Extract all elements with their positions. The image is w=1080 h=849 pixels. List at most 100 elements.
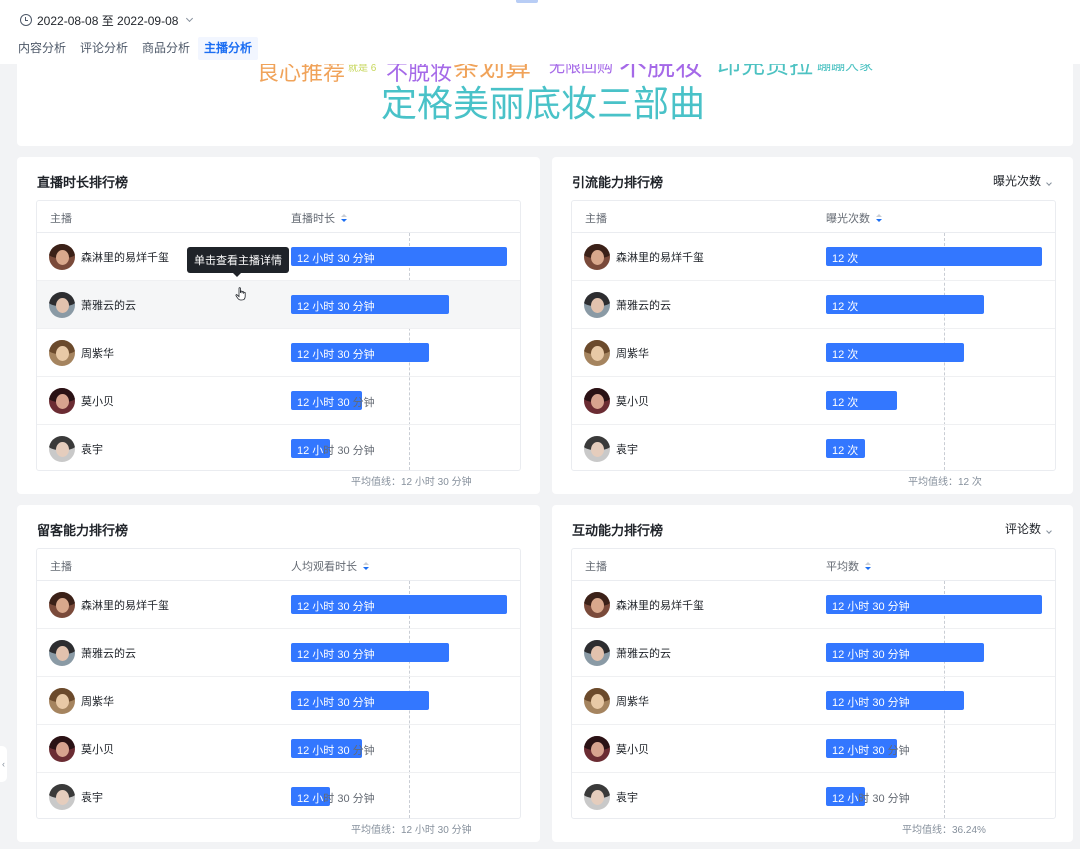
- metric-bar: [291, 595, 507, 614]
- column-header-label: 曝光次数: [826, 213, 870, 225]
- table-row[interactable]: 袁宇 12 小时 30 分钟: [572, 773, 1055, 821]
- metric-bar: [291, 247, 507, 266]
- chevron-down-icon: [1046, 528, 1052, 534]
- top-bar: 2022-08-08 至 2022-09-08 内容分析 评论分析 商品分析 主…: [0, 0, 1080, 64]
- table-row[interactable]: 森淋里的易烊千玺 12 小时 30 分钟: [37, 581, 520, 629]
- avatar: [584, 436, 610, 462]
- table-row[interactable]: 萧雅云的云 12 小时 30 分钟: [37, 281, 520, 329]
- panel-retention-ranking: 留客能力排行榜 主播 人均观看时长 森淋里的易烊千玺 12 小时 30 分钟 萧…: [17, 505, 540, 842]
- avatar: [49, 436, 75, 462]
- anchor-name: 周紫华: [81, 348, 114, 360]
- tab-content-analysis[interactable]: 内容分析: [12, 37, 72, 60]
- table-row[interactable]: 萧雅云的云 12 小时 30 分钟: [572, 629, 1055, 677]
- anchor-name: 森淋里的易烊千玺: [81, 600, 169, 612]
- ranking-table: 主播 直播时长 森淋里的易烊千玺 12 小时 30 分钟 萧雅云的云 12 小时…: [36, 200, 521, 471]
- anchor-name: 周紫华: [81, 696, 114, 708]
- tab-anchor-analysis[interactable]: 主播分析: [198, 37, 259, 60]
- table-row[interactable]: 周紫华 12 小时 30 分钟: [37, 677, 520, 725]
- avatar: [584, 736, 610, 762]
- table-header: 主播 曝光次数: [572, 201, 1055, 233]
- table-row[interactable]: 莫小贝 12 小时 30 分钟: [37, 377, 520, 425]
- panel-title: 直播时长排行榜: [37, 175, 129, 190]
- avatar: [584, 640, 610, 666]
- anchor-name: 周紫华: [616, 348, 649, 360]
- panel-title: 留客能力排行榜: [37, 523, 129, 538]
- avatar: [584, 784, 610, 810]
- clock-icon: [20, 14, 32, 26]
- anchor-name: 袁宇: [81, 444, 103, 456]
- table-row[interactable]: 周紫华 12 小时 30 分钟: [572, 677, 1055, 725]
- table-row[interactable]: 莫小贝 12 次: [572, 377, 1055, 425]
- column-header-label: 人均观看时长: [291, 561, 357, 573]
- table-row[interactable]: 森淋里的易烊千玺 12 小时 30 分钟: [572, 581, 1055, 629]
- chevron-down-icon: [186, 14, 194, 23]
- metric-bar: [291, 439, 330, 458]
- metric-bar: [291, 295, 449, 314]
- table-header: 主播 平均数: [572, 549, 1055, 581]
- average-label: 平均值线：12 次: [908, 477, 982, 488]
- word-cloud-word: 蹦蹦大家: [817, 64, 873, 73]
- row-tooltip: 单击查看主播详情: [187, 247, 289, 277]
- panel-interaction-ranking: 互动能力排行榜 评论数 主播 平均数 森淋里的易烊千玺 12 小时 30 分钟 …: [552, 505, 1073, 842]
- word-cloud-word: 条划算: [453, 64, 532, 82]
- word-cloud-word: 就是 6: [348, 64, 377, 74]
- ranking-table: 主播 曝光次数 森淋里的易烊千玺 12 次 萧雅云的云 12 次 周紫华 12 …: [571, 200, 1056, 471]
- column-header-metric[interactable]: 曝光次数: [826, 210, 882, 226]
- word-cloud-word: 定格美丽底妆三部曲: [381, 83, 706, 124]
- date-range-picker[interactable]: 2022-08-08 至 2022-09-08: [20, 11, 194, 29]
- tab-comment-analysis[interactable]: 评论分析: [74, 37, 134, 60]
- tab-product-analysis[interactable]: 商品分析: [136, 37, 196, 60]
- table-row[interactable]: 袁宇 12 小时 30 分钟: [37, 425, 520, 473]
- date-range-text: 2022-08-08 至 2022-09-08: [37, 13, 179, 28]
- column-header-anchor: 主播: [50, 561, 72, 573]
- metric-bar: [291, 787, 330, 806]
- column-header-metric[interactable]: 平均数: [826, 558, 871, 574]
- table-row[interactable]: 萧雅云的云 12 小时 30 分钟: [37, 629, 520, 677]
- column-header-anchor: 主播: [585, 561, 607, 573]
- table-row[interactable]: 袁宇 12 次: [572, 425, 1055, 473]
- metric-bar: [826, 643, 984, 662]
- sort-icon[interactable]: [341, 214, 347, 223]
- avatar: [49, 736, 75, 762]
- metric-dropdown[interactable]: 曝光次数: [993, 172, 1052, 189]
- table-row[interactable]: 莫小贝 12 小时 30 分钟: [572, 725, 1055, 773]
- word-cloud-word: 不脱妆: [386, 64, 453, 85]
- anchor-name: 萧雅云的云: [81, 300, 136, 312]
- chevron-down-icon: [1046, 180, 1052, 186]
- anchor-name: 莫小贝: [81, 744, 114, 756]
- anchor-name: 森淋里的易烊千玺: [616, 252, 704, 264]
- table-row[interactable]: 萧雅云的云 12 次: [572, 281, 1055, 329]
- table-row[interactable]: 森淋里的易烊千玺 12 次: [572, 233, 1055, 281]
- metric-bar: [291, 691, 429, 710]
- sort-icon[interactable]: [363, 562, 369, 571]
- table-row[interactable]: 周紫华 12 次: [572, 329, 1055, 377]
- avatar: [584, 592, 610, 618]
- anchor-name: 萧雅云的云: [81, 648, 136, 660]
- anchor-name: 袁宇: [616, 792, 638, 804]
- anchor-name: 袁宇: [616, 444, 638, 456]
- column-header-metric[interactable]: 人均观看时长: [291, 558, 369, 574]
- metric-bar: [826, 391, 897, 410]
- anchor-name: 莫小贝: [81, 396, 114, 408]
- column-header-metric[interactable]: 直播时长: [291, 210, 347, 226]
- sort-icon[interactable]: [876, 214, 882, 223]
- column-header-anchor: 主播: [50, 213, 72, 225]
- average-label: 平均值线：36.24%: [902, 825, 986, 836]
- table-row[interactable]: 周紫华 12 小时 30 分钟: [37, 329, 520, 377]
- metric-bar: [826, 787, 865, 806]
- ranking-table: 主播 平均数 森淋里的易烊千玺 12 小时 30 分钟 萧雅云的云 12 小时 …: [571, 548, 1056, 819]
- panel-title: 互动能力排行榜: [572, 523, 664, 538]
- metric-dropdown-label: 评论数: [1004, 522, 1041, 536]
- table-row[interactable]: 莫小贝 12 小时 30 分钟: [37, 725, 520, 773]
- avatar: [584, 688, 610, 714]
- avatar: [49, 340, 75, 366]
- avatar: [49, 244, 75, 270]
- metric-dropdown[interactable]: 评论数: [1004, 520, 1052, 537]
- anchor-name: 萧雅云的云: [616, 648, 671, 660]
- metric-bar: [826, 295, 984, 314]
- panel-traffic-ranking: 引流能力排行榜 曝光次数 主播 曝光次数 森淋里的易烊千玺 12 次 萧雅云的云…: [552, 157, 1073, 494]
- column-header-label: 直播时长: [291, 213, 335, 225]
- sort-icon[interactable]: [865, 562, 871, 571]
- table-row[interactable]: 袁宇 12 小时 30 分钟: [37, 773, 520, 821]
- chevron-left-icon[interactable]: ‹: [0, 746, 7, 782]
